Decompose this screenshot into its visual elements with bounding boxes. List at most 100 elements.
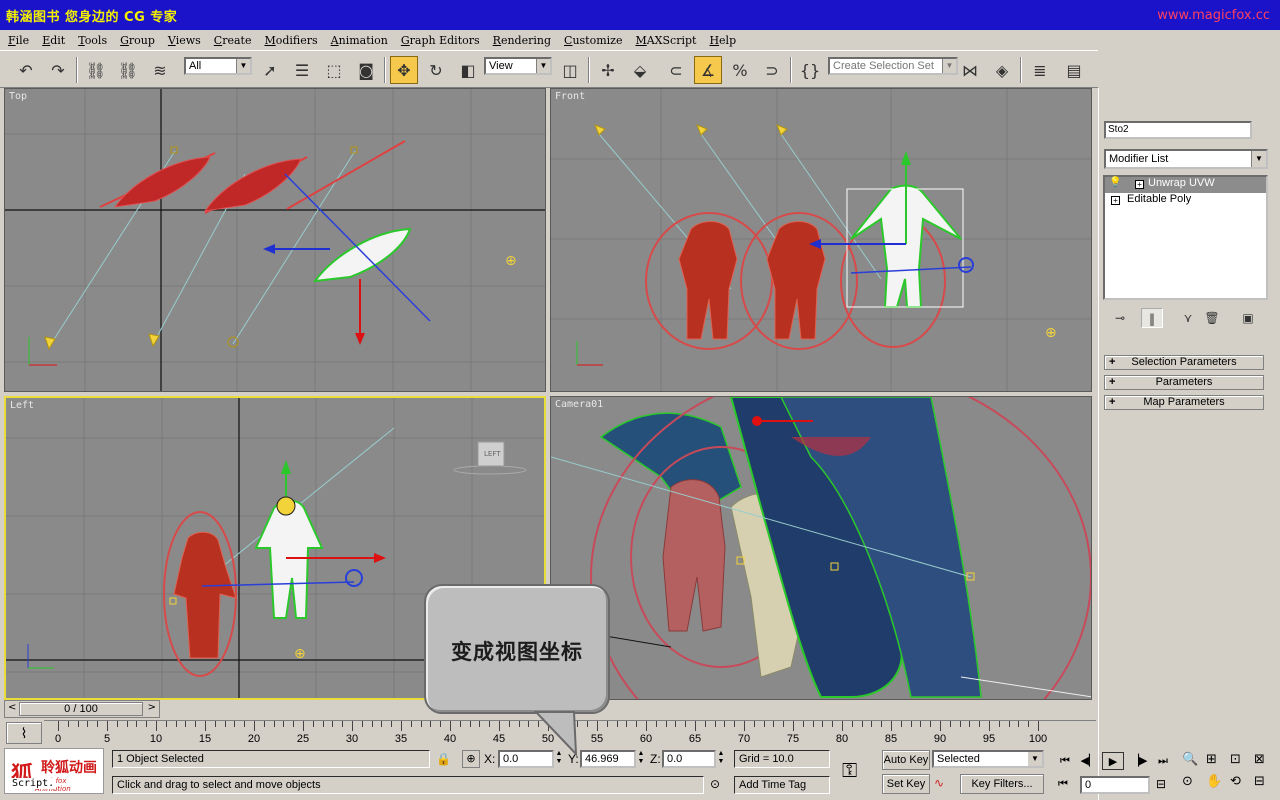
menu-file[interactable]: File [6, 33, 31, 48]
menu-views[interactable]: Views [166, 33, 203, 48]
time-tag-icon[interactable]: ⊙ [710, 777, 720, 791]
modifier-list-dropdown[interactable]: Modifier List ▼ [1104, 149, 1268, 169]
select-object-icon[interactable]: ➚ [256, 56, 284, 84]
expand-icon[interactable]: + [1111, 196, 1120, 205]
zoom-icon[interactable]: 🔍 [1182, 752, 1198, 767]
snaps-toggle-icon[interactable]: ⊂ [662, 56, 690, 84]
viewport-camera[interactable]: Camera01 [550, 396, 1092, 700]
show-end-result-icon[interactable]: ‖ [1141, 308, 1163, 328]
play-icon[interactable]: ▶ [1102, 752, 1124, 770]
menu-animation[interactable]: Animation [329, 33, 390, 48]
menu-modifiers[interactable]: Modifiers [262, 33, 319, 48]
set-key-button[interactable]: Set Key [882, 774, 930, 794]
key-icon[interactable]: ⚿ [842, 758, 857, 782]
select-and-link-icon[interactable]: ⛓ [82, 56, 110, 84]
timeline-tick [744, 721, 745, 731]
layer-manager-icon[interactable]: ≣ [1026, 56, 1054, 84]
maxscript-listener-label[interactable]: Script. [10, 778, 57, 789]
viewport-top[interactable]: Top ⊕ [4, 88, 546, 392]
timeline-tick [371, 721, 373, 727]
keyboard-shortcut-override-icon[interactable]: ⬙ [626, 56, 654, 84]
chevron-down-icon: ▼ [536, 59, 550, 73]
menu-edit[interactable]: Edit [40, 33, 67, 48]
window-crossing-icon[interactable]: ◙ [352, 56, 380, 84]
pan-icon[interactable]: ✋ [1206, 774, 1222, 789]
time-slider-thumb[interactable]: 0 / 100 [19, 702, 143, 716]
select-and-scale-icon[interactable]: ◧ [454, 56, 482, 84]
time-slider[interactable]: < 0 / 100 > [4, 700, 160, 718]
viewcube-label[interactable]: LEFT [484, 450, 501, 458]
menu-help[interactable]: Help [707, 33, 738, 48]
menu-create[interactable]: Create [212, 33, 254, 48]
menu-rendering[interactable]: Rendering [491, 33, 553, 48]
rectangular-selection-icon[interactable]: ⬚ [320, 56, 348, 84]
arc-rotate-icon[interactable]: ⟲ [1230, 774, 1241, 789]
default-in-out-tangent-icon[interactable]: ∿ [934, 776, 944, 790]
key-mode-dropdown[interactable]: Selected ▼ [932, 750, 1044, 768]
redo-icon[interactable]: ↷ [44, 56, 72, 84]
go-to-end-icon[interactable]: ⏭ [1152, 752, 1174, 770]
go-to-start-icon[interactable]: ⏮ [1054, 752, 1076, 770]
object-name-field[interactable]: Sto2 [1104, 121, 1252, 139]
configure-modifier-sets-icon[interactable]: ▣ [1237, 308, 1259, 328]
absolute-mode-icon[interactable]: ⊕ [462, 750, 480, 768]
zoom-extents-icon[interactable]: ⊡ [1230, 752, 1241, 767]
z-coordinate-field[interactable]: 0.0 ▲ ▼ [662, 750, 724, 768]
maximize-viewport-icon[interactable]: ⊟ [1254, 774, 1265, 789]
make-unique-icon[interactable]: ⋎ [1177, 308, 1199, 328]
angle-snap-icon[interactable]: ∡ [694, 56, 722, 84]
lock-icon[interactable]: 🔒 [436, 752, 451, 766]
undo-icon[interactable]: ↶ [12, 56, 40, 84]
pivot-center-icon[interactable]: ◫ [556, 56, 584, 84]
menu-customize[interactable]: Customize [562, 33, 624, 48]
select-and-move-icon[interactable]: ✥ [390, 56, 418, 84]
reference-coordinate-dropdown[interactable]: View ▼ [484, 57, 552, 75]
menu-tools[interactable]: Tools [76, 33, 109, 48]
timeline-tick-label: 30 [345, 733, 359, 745]
rollout-parameters[interactable]: + Parameters [1104, 375, 1264, 390]
named-selection-set-dropdown[interactable]: Create Selection Set ▼ [828, 57, 958, 75]
select-and-manipulate-icon[interactable]: ✢ [594, 56, 622, 84]
stack-item-unwrap-uvw[interactable]: 💡 + Unwrap UVW [1105, 177, 1266, 193]
select-and-rotate-icon[interactable]: ↻ [422, 56, 450, 84]
expand-icon[interactable]: + [1135, 180, 1144, 189]
spinner-icon[interactable]: ▲ ▼ [636, 750, 646, 768]
pin-stack-icon[interactable]: ⊸ [1109, 308, 1131, 328]
chevron-right-icon[interactable]: > [148, 702, 156, 713]
key-filters-button[interactable]: Key Filters... [960, 774, 1044, 794]
viewport-front[interactable]: Front ⊕ [550, 88, 1092, 392]
chevron-left-icon[interactable]: < [8, 702, 16, 713]
lightbulb-icon[interactable]: 💡 [1109, 177, 1121, 188]
zoom-all-icon[interactable]: ⊞ [1206, 752, 1217, 767]
select-by-name-icon[interactable]: ☰ [288, 56, 316, 84]
mirror-icon[interactable]: ⋈ [956, 56, 984, 84]
percent-snap-icon[interactable]: % [726, 56, 754, 84]
remove-modifier-icon[interactable]: 🗑 [1201, 308, 1223, 328]
zoom-extents-all-icon[interactable]: ⊠ [1254, 752, 1265, 767]
mini-curve-editor-icon[interactable]: ⌇ [6, 722, 42, 744]
stack-item-editable-poly[interactable]: + Editable Poly [1105, 193, 1266, 209]
curve-editor-icon[interactable]: ▤ [1060, 56, 1088, 84]
reference-coordinate-value: View [489, 60, 513, 72]
spinner-snap-icon[interactable]: ⊃ [758, 56, 786, 84]
menu-maxscript[interactable]: MAXScript [633, 33, 698, 48]
unlink-icon[interactable]: ⛓ [114, 56, 142, 84]
bind-space-warp-icon[interactable]: ≋ [146, 56, 174, 84]
menu-graph-editors[interactable]: Graph Editors [399, 33, 482, 48]
add-time-tag[interactable]: Add Time Tag [734, 776, 830, 794]
align-icon[interactable]: ◈ [988, 56, 1016, 84]
next-frame-icon[interactable]: ▕▶ [1128, 752, 1150, 770]
timeline-tick [969, 721, 971, 727]
menu-group[interactable]: Group [118, 33, 157, 48]
spinner-icon[interactable]: ▲ ▼ [716, 750, 726, 768]
current-frame-field[interactable]: 0 [1080, 776, 1150, 794]
rollout-map-parameters[interactable]: + Map Parameters [1104, 395, 1264, 410]
region-zoom-icon[interactable]: ⊙ [1182, 774, 1193, 789]
previous-frame-icon[interactable]: ◀▏ [1078, 752, 1100, 770]
selection-filter-dropdown[interactable]: All ▼ [184, 57, 252, 75]
rollout-selection-parameters[interactable]: + Selection Parameters [1104, 355, 1264, 370]
named-selection-icon[interactable]: {} [796, 56, 824, 84]
auto-key-button[interactable]: Auto Key [882, 750, 930, 770]
key-mode-toggle-icon[interactable]: ⏮ [1058, 777, 1068, 791]
time-configuration-icon[interactable]: ⊟ [1156, 777, 1166, 791]
